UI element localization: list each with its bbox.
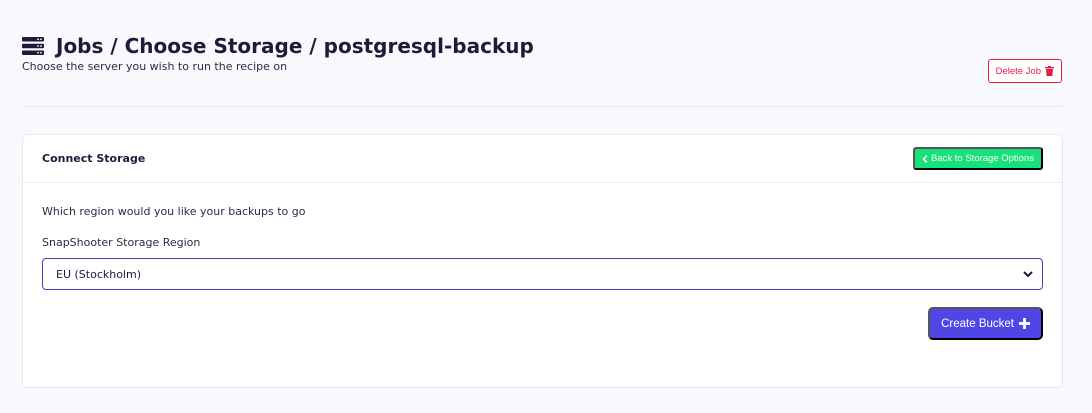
chevron-left-icon <box>922 154 928 163</box>
card-body: Which region would you like your backups… <box>23 183 1062 388</box>
region-field-label: SnapShooter Storage Region <box>42 236 201 249</box>
server-icon <box>22 37 44 55</box>
page-title: Jobs / Choose Storage / postgresql-backu… <box>56 34 534 58</box>
plus-icon <box>1019 318 1030 329</box>
back-button-label: Back to Storage Options <box>931 153 1034 164</box>
delete-job-button[interactable]: Delete Job <box>987 59 1062 83</box>
create-bucket-button[interactable]: Create Bucket <box>928 307 1043 340</box>
chevron-down-icon <box>1022 268 1034 280</box>
connect-storage-card: Connect Storage Back to Storage Options … <box>22 134 1063 388</box>
title-row: Jobs / Choose Storage / postgresql-backu… <box>22 33 1062 59</box>
region-select[interactable]: EU (Stockholm) <box>42 258 1043 290</box>
delete-job-label: Delete Job <box>995 65 1041 77</box>
create-bucket-label: Create Bucket <box>941 317 1014 330</box>
back-to-storage-options-button[interactable]: Back to Storage Options <box>913 147 1043 170</box>
header-divider <box>22 106 1062 107</box>
region-question: Which region would you like your backups… <box>42 205 306 218</box>
card-title: Connect Storage <box>42 152 146 165</box>
page: Jobs / Choose Storage / postgresql-backu… <box>0 0 1092 413</box>
page-header: Jobs / Choose Storage / postgresql-backu… <box>22 33 1062 83</box>
region-select-value: EU (Stockholm) <box>56 267 141 281</box>
trash-icon <box>1045 66 1054 76</box>
card-header: Connect Storage Back to Storage Options <box>23 135 1062 183</box>
page-subtitle: Choose the server you wish to run the re… <box>22 60 288 73</box>
